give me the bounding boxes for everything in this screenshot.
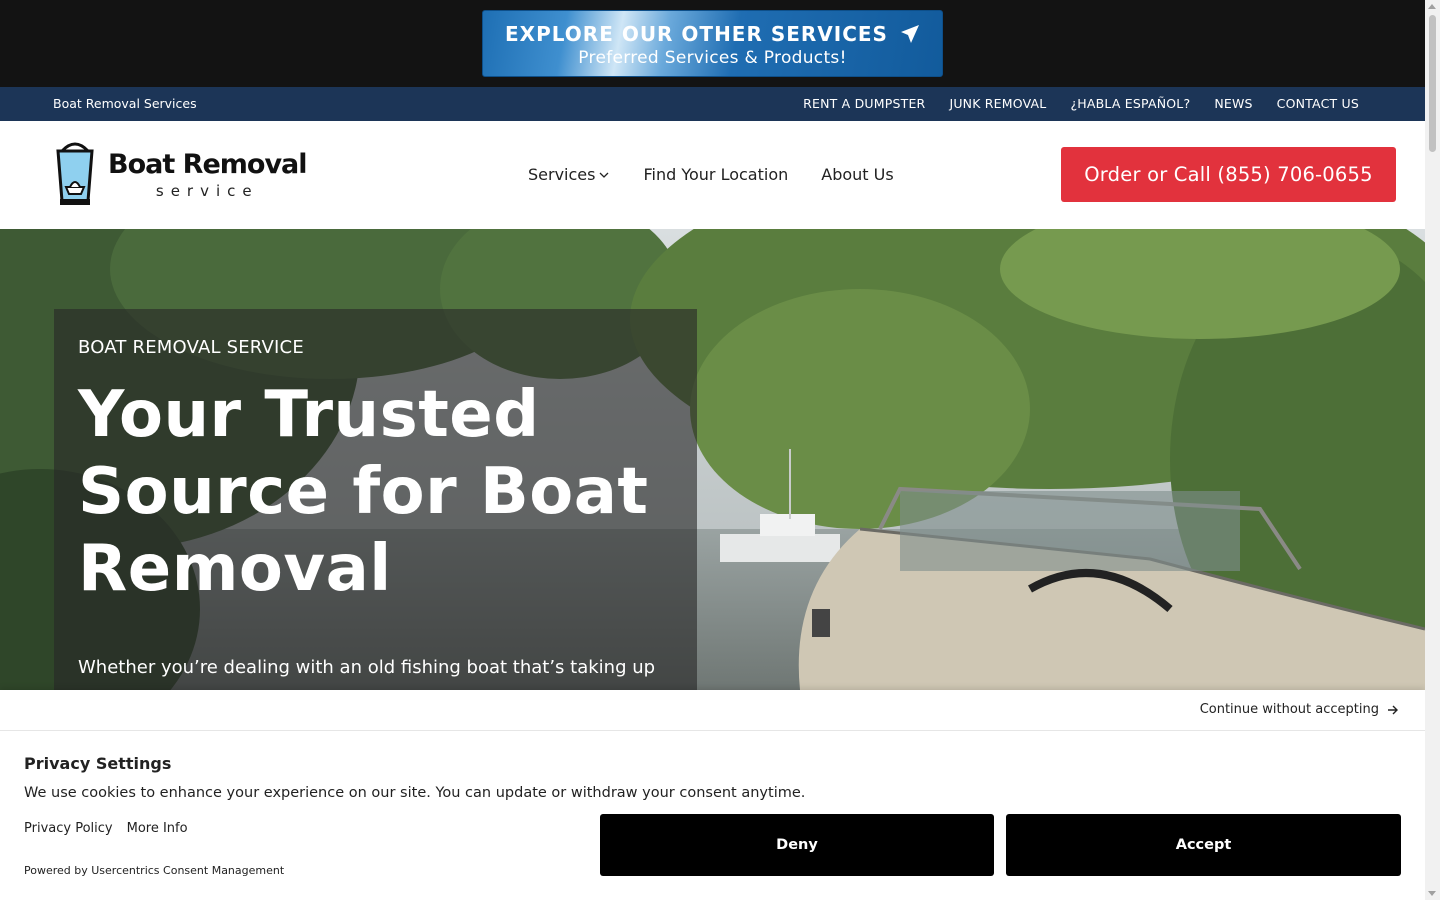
logo-title: Boat Removal — [108, 149, 308, 180]
continue-label: Continue without accepting — [1199, 702, 1379, 717]
arrow-right-icon — [1388, 705, 1398, 714]
hero-description: Whether you’re dealing with an old fishi… — [78, 657, 656, 678]
utility-brand-link[interactable]: Boat Removal Services — [53, 96, 197, 111]
contact-us-link[interactable]: CONTACT US — [1277, 96, 1359, 111]
site-header: Boat Removal service Services Find Your … — [0, 121, 1425, 229]
accept-button[interactable]: Accept — [1006, 814, 1401, 876]
consent-title: Privacy Settings — [24, 754, 172, 773]
hero-title: Your Trusted Source for Boat Removal — [78, 378, 649, 606]
consent-text: We use cookies to enhance your experienc… — [24, 785, 806, 801]
page-scrollbar[interactable] — [1425, 0, 1440, 900]
promo-headline: EXPLORE OUR OTHER SERVICES — [483, 22, 942, 46]
explore-services-button[interactable]: EXPLORE OUR OTHER SERVICES Preferred Ser… — [482, 10, 943, 77]
promo-bar: EXPLORE OUR OTHER SERVICES Preferred Ser… — [0, 0, 1425, 87]
deny-button[interactable]: Deny — [600, 814, 994, 876]
scroll-thumb[interactable] — [1429, 15, 1436, 152]
logo-subtitle: service — [155, 182, 259, 200]
order-call-button[interactable]: Order or Call (855) 706-0655 — [1061, 147, 1396, 202]
junk-removal-link[interactable]: JUNK REMOVAL — [949, 96, 1046, 111]
powered-by-text: Powered by Usercentrics Consent Manageme… — [24, 864, 285, 877]
hero-section: BOAT REMOVAL SERVICE Your Trusted Source… — [0, 229, 1425, 690]
scroll-up-icon[interactable] — [1428, 4, 1436, 9]
site-logo[interactable]: Boat Removal service — [50, 139, 310, 211]
promo-subline: Preferred Services & Products! — [578, 48, 847, 68]
habla-espanol-link[interactable]: ¿HABLA ESPAÑOL? — [1070, 96, 1190, 111]
scroll-down-icon[interactable] — [1428, 891, 1436, 896]
hero-eyebrow: BOAT REMOVAL SERVICE — [78, 337, 304, 358]
nav-find-location[interactable]: Find Your Location — [643, 165, 788, 184]
boat-bucket-logo-icon — [56, 142, 94, 205]
utility-nav: Boat Removal Services RENT A DUMPSTER JU… — [0, 87, 1425, 121]
cookie-consent-banner: Continue without accepting Privacy Setti… — [0, 690, 1425, 900]
continue-without-accepting-link[interactable]: Continue without accepting — [1200, 702, 1399, 717]
nav-services-label: Services — [528, 165, 596, 184]
rent-dumpster-link[interactable]: RENT A DUMPSTER — [803, 96, 925, 111]
consent-top-bar: Continue without accepting — [0, 690, 1425, 731]
more-info-link[interactable]: More Info — [127, 821, 188, 836]
promo-headline-text: EXPLORE OUR OTHER SERVICES — [505, 22, 888, 46]
nav-about-us[interactable]: About Us — [821, 165, 893, 184]
main-nav: Services Find Your Location About Us — [528, 165, 894, 184]
news-link[interactable]: NEWS — [1214, 96, 1252, 111]
paper-plane-icon — [900, 25, 919, 43]
consent-links: Privacy Policy More Info — [24, 821, 188, 836]
privacy-policy-link[interactable]: Privacy Policy — [24, 821, 113, 836]
nav-services[interactable]: Services — [528, 165, 609, 184]
chevron-down-icon — [600, 172, 609, 178]
utility-links: RENT A DUMPSTER JUNK REMOVAL ¿HABLA ESPA… — [803, 96, 1359, 111]
